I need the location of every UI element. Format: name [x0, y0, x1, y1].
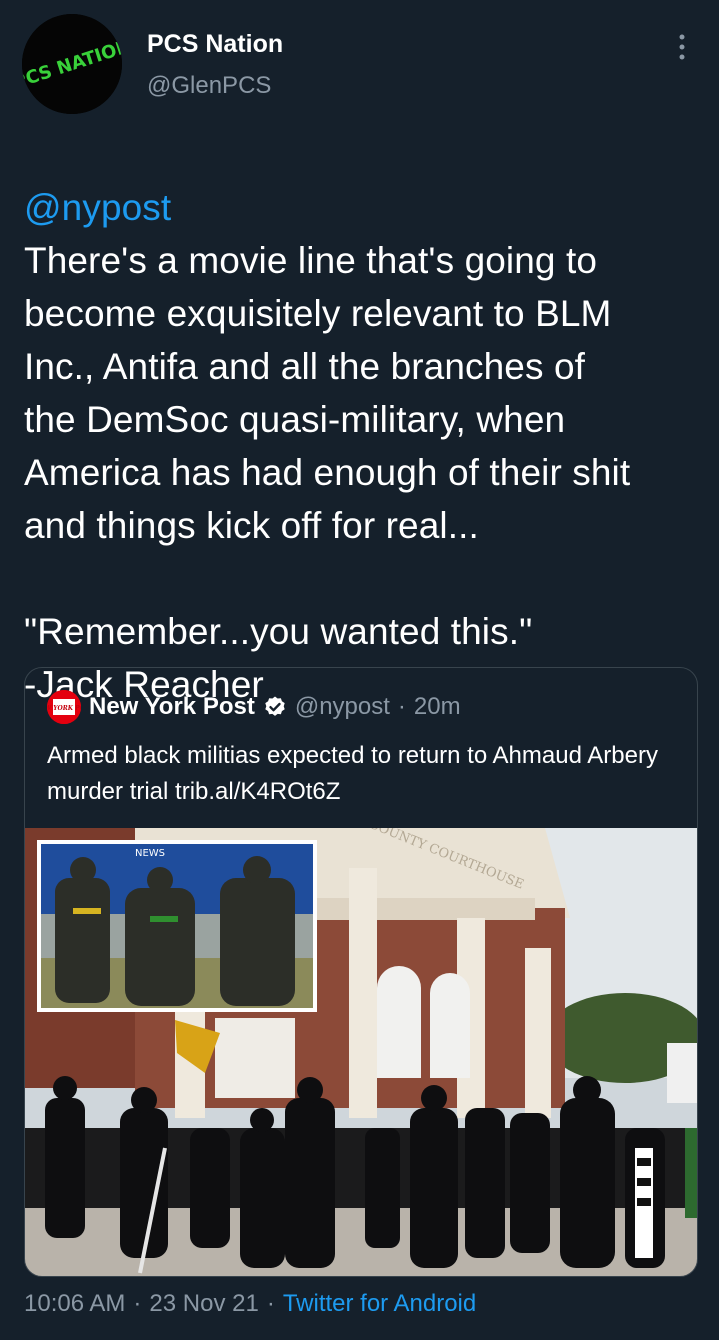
verified-badge-icon: [265, 696, 285, 716]
tweet-source-link[interactable]: Twitter for Android: [283, 1290, 476, 1318]
quoted-author-name[interactable]: New York Post: [89, 693, 255, 721]
author-avatar[interactable]: PCS NATION: [22, 14, 122, 114]
nypost-logo-avatar[interactable]: NEW YORK POST: [47, 690, 81, 724]
quoted-tweet-header: NEW YORK POST New York Post @nypost · 20…: [47, 690, 461, 724]
quoted-tweet-card[interactable]: NEW YORK POST New York Post @nypost · 20…: [24, 667, 698, 1277]
tweet-mention-link[interactable]: @nypost: [24, 181, 704, 234]
author-name[interactable]: PCS Nation: [147, 30, 283, 59]
quoted-separator: ·: [397, 693, 406, 720]
quoted-tweet-text: Armed black militias expected to return …: [47, 742, 658, 805]
meta-separator: ·: [133, 1290, 142, 1317]
tweet-date[interactable]: 23 Nov 21: [149, 1290, 258, 1318]
quoted-tweet-photo[interactable]: COUNTY COURTHOUSE NEWS: [25, 828, 697, 1276]
tweet-body: There's a movie line that's going to bec…: [24, 240, 631, 705]
nypost-logo-text: NEW YORK POST: [47, 705, 81, 712]
tweet-time[interactable]: 10:06 AM: [24, 1290, 125, 1318]
more-options-icon[interactable]: [672, 32, 692, 62]
inset-van-text: NEWS: [135, 848, 165, 859]
author-handle[interactable]: @GlenPCS: [147, 72, 271, 100]
quoted-time[interactable]: 20m: [414, 693, 461, 721]
meta-separator: ·: [266, 1290, 275, 1317]
tweet-meta: 10:06 AM · 23 Nov 21 · Twitter for Andro…: [24, 1290, 476, 1318]
quoted-author-handle[interactable]: @nypost: [295, 693, 390, 721]
tweet-text: @nypost There's a movie line that's going…: [24, 128, 704, 711]
